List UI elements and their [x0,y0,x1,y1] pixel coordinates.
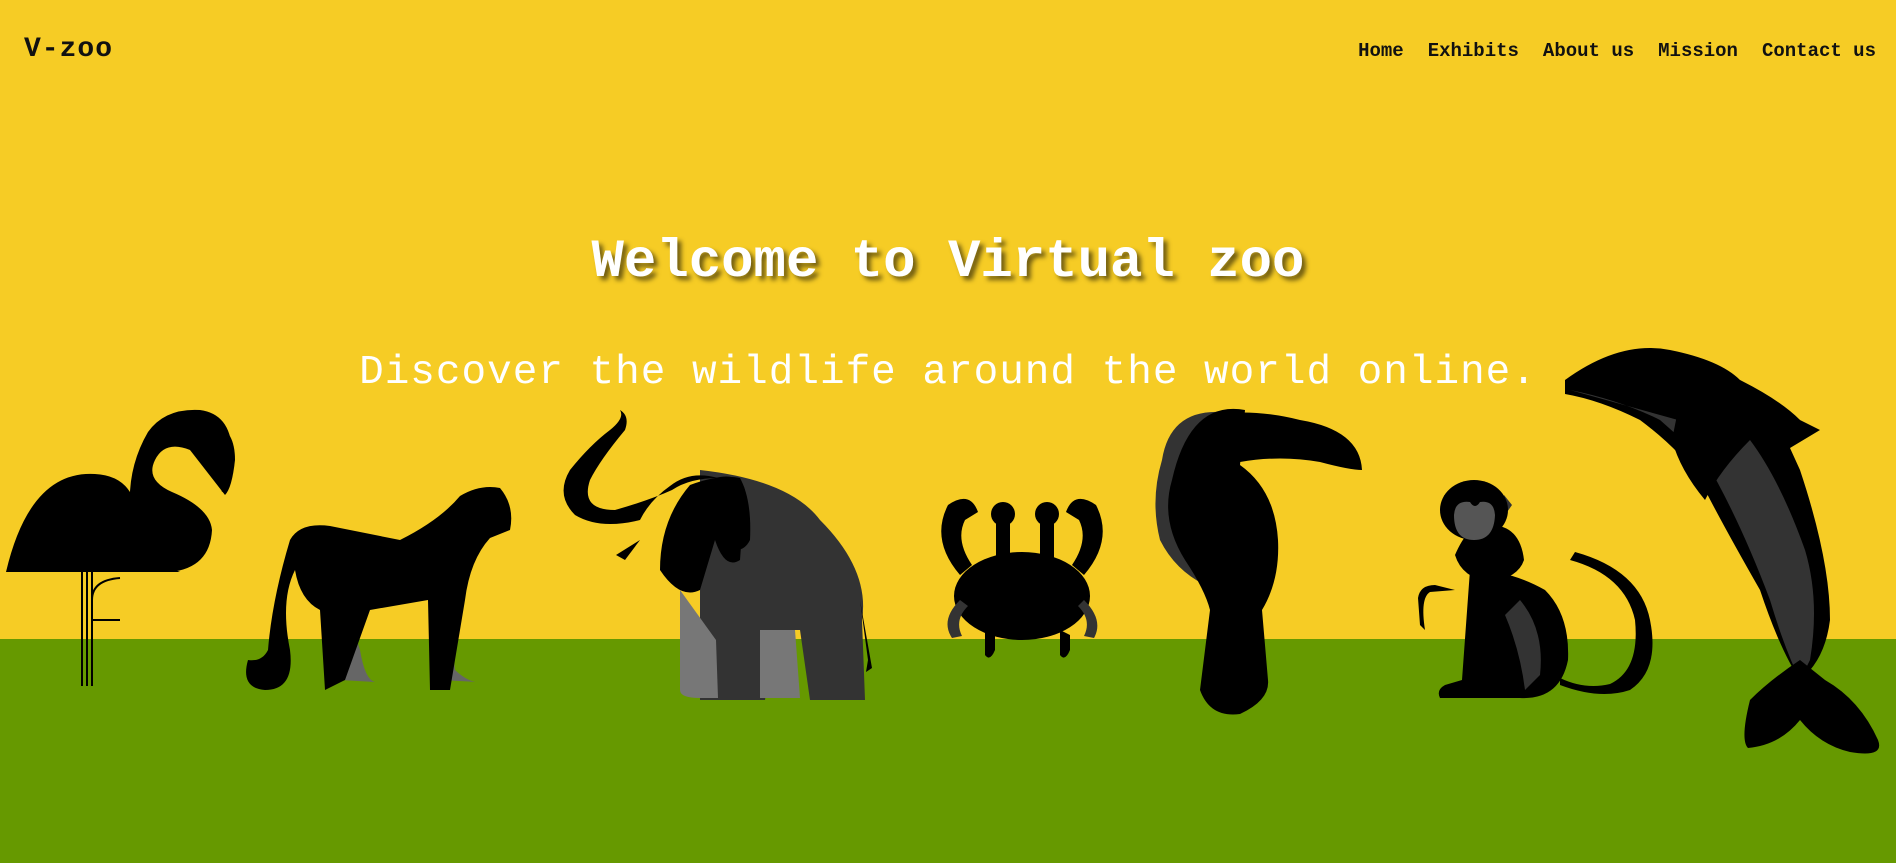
monkey-icon [1418,480,1653,699]
flamingo-icon [6,409,235,686]
crab-icon [941,498,1103,658]
landing-page: V-zoo Home Exhibits About us Mission Con… [0,0,1896,863]
cheetah-icon [246,487,512,690]
elephant-icon [563,410,872,700]
animal-silhouettes [6,348,1880,754]
hero-title: Welcome to Virtual zoo [591,232,1305,293]
hero-subtitle: Discover the wildlife around the world o… [359,350,1537,396]
toucan-icon [1155,408,1362,715]
